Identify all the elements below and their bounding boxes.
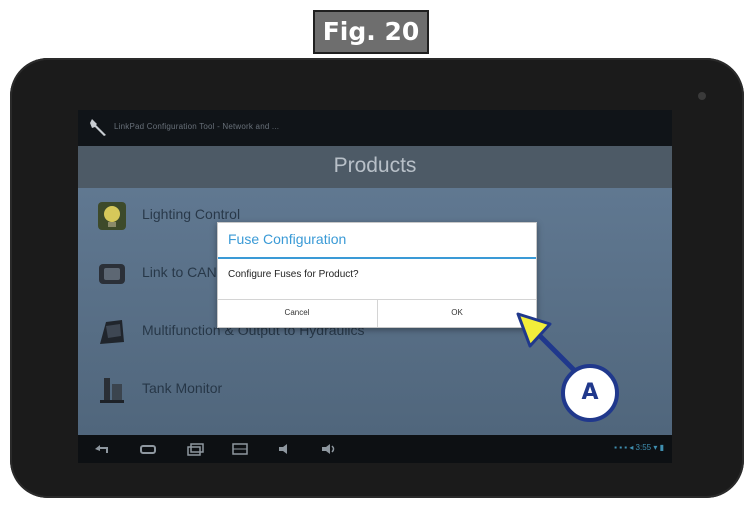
cancel-button[interactable]: Cancel [218,301,376,325]
link-icon [99,264,125,284]
back-icon[interactable] [92,441,112,457]
figure-label: Fig. 20 [313,10,429,54]
home-icon[interactable] [138,441,158,457]
android-nav-bar: ▪ ▪ ▪ ◂ 3:55 ▾ ▮ [78,435,672,463]
recent-apps-icon[interactable] [186,441,206,457]
system-tray: ▪ ▪ ▪ ◂ 3:55 ▾ ▮ [614,443,664,452]
dialog-title: Fuse Configuration [228,231,347,247]
camera-icon [698,92,706,100]
dialog-title-divider [218,257,536,259]
volume-down-icon[interactable] [274,441,294,457]
volume-up-icon[interactable] [318,441,338,457]
multifunction-icon [100,320,124,344]
product-label: Link to CAN [142,264,217,280]
screenshot-icon[interactable] [230,441,250,457]
bulb-icon [98,202,126,230]
fuse-configuration-dialog: Fuse Configuration Configure Fuses for P… [217,222,537,328]
title-bar: Products [78,146,672,188]
page-title: Products [333,154,417,177]
product-label: Lighting Control [142,206,241,222]
wrench-icon [90,119,106,136]
app-title: LinkPad Configuration Tool - Network and… [114,122,280,131]
callout-marker: A [561,364,619,422]
tank-icon [100,378,124,403]
status-bar: LinkPad Configuration Tool - Network and… [78,110,672,146]
product-label: Tank Monitor [142,380,223,396]
dialog-message: Configure Fuses for Product? [228,269,359,280]
